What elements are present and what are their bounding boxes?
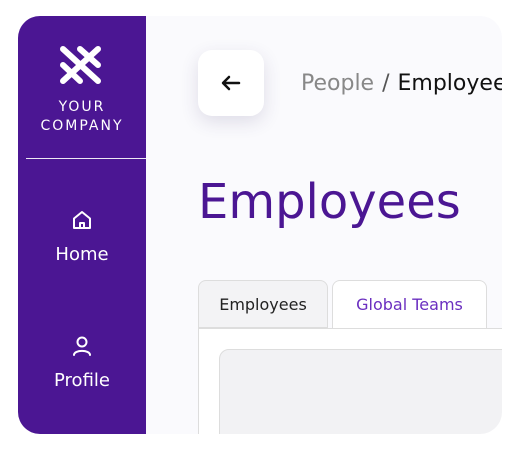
breadcrumb: People / Employees [301,71,502,96]
content-card [219,349,502,434]
company-name: YOUR COMPANY [40,99,124,134]
home-icon [73,211,91,229]
breadcrumb-parent[interactable]: People [301,71,374,96]
main-content: People / Employees Employees Employees Glo… [146,16,502,434]
sidebar: YOUR COMPANY Home Profile [18,16,146,434]
tab-bar: Employees Global Teams [198,280,502,328]
tab-employees[interactable]: Employees [198,280,328,328]
arrow-left-icon [221,75,241,91]
tab-global-teams[interactable]: Global Teams [332,280,487,328]
tab-panel [198,328,502,434]
sidebar-item-home[interactable]: Home [18,208,146,265]
sidebar-divider [26,158,146,159]
sidebar-item-label: Home [55,244,109,265]
back-button[interactable] [198,50,264,116]
user-icon [73,336,91,356]
breadcrumb-separator: / [382,71,390,96]
company-logo [60,46,101,84]
breadcrumb-current: Employees [397,71,502,96]
sidebar-item-label: Profile [54,370,110,391]
app-window: YOUR COMPANY Home Profile People / Employe… [18,16,502,434]
page-title: Employees [198,174,461,230]
sidebar-item-profile[interactable]: Profile [18,334,146,391]
